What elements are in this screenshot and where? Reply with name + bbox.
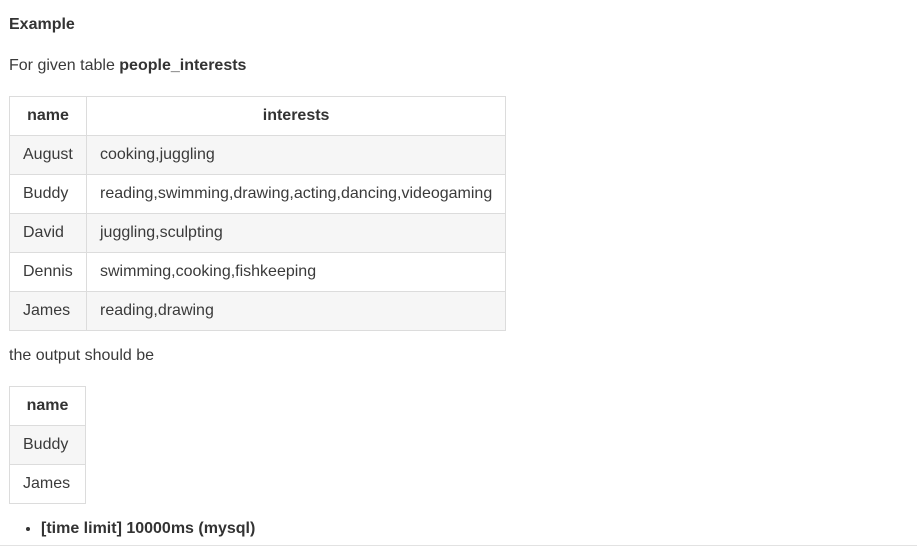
input-table: name interests August cooking,juggling B… <box>9 96 507 331</box>
cell-interests: reading,swimming,drawing,acting,dancing,… <box>85 174 507 214</box>
table-row: Buddy reading,swimming,drawing,acting,da… <box>9 174 507 214</box>
notes-list: [time limit] 10000ms (mysql) <box>9 520 255 538</box>
cell-name: Buddy <box>9 174 87 214</box>
table-row: Buddy <box>9 425 86 465</box>
cell-name: James <box>9 291 87 331</box>
table-row: James <box>9 464 86 504</box>
cell-name: David <box>9 213 87 253</box>
column-header-name: name <box>9 386 86 426</box>
output-table: name Buddy James <box>9 386 86 504</box>
table-header-row: name <box>9 386 86 426</box>
cell-interests: juggling,sculpting <box>85 213 507 253</box>
column-header-interests: interests <box>85 96 507 136</box>
intro-prefix: For given table <box>9 57 120 74</box>
cell-interests: reading,drawing <box>85 291 507 331</box>
cell-name: Buddy <box>9 425 86 465</box>
table-row: David juggling,sculpting <box>9 213 507 253</box>
example-heading: Example <box>9 16 75 33</box>
cell-name: Dennis <box>9 252 87 292</box>
divider <box>0 545 917 546</box>
table-row: Dennis swimming,cooking,fishkeeping <box>9 252 507 292</box>
cell-interests: cooking,juggling <box>85 135 507 175</box>
output-label: the output should be <box>9 347 155 364</box>
table-name: people_interests <box>119 57 247 74</box>
column-header-name: name <box>9 96 87 136</box>
table-row: August cooking,juggling <box>9 135 507 175</box>
cell-name: August <box>9 135 87 175</box>
intro-text: For given table people_interests <box>9 57 246 75</box>
table-header-row: name interests <box>9 96 507 136</box>
table-row: James reading,drawing <box>9 291 507 331</box>
time-limit-note: [time limit] 10000ms (mysql) <box>41 520 255 538</box>
cell-interests: swimming,cooking,fishkeeping <box>85 252 507 292</box>
cell-name: James <box>9 464 86 504</box>
